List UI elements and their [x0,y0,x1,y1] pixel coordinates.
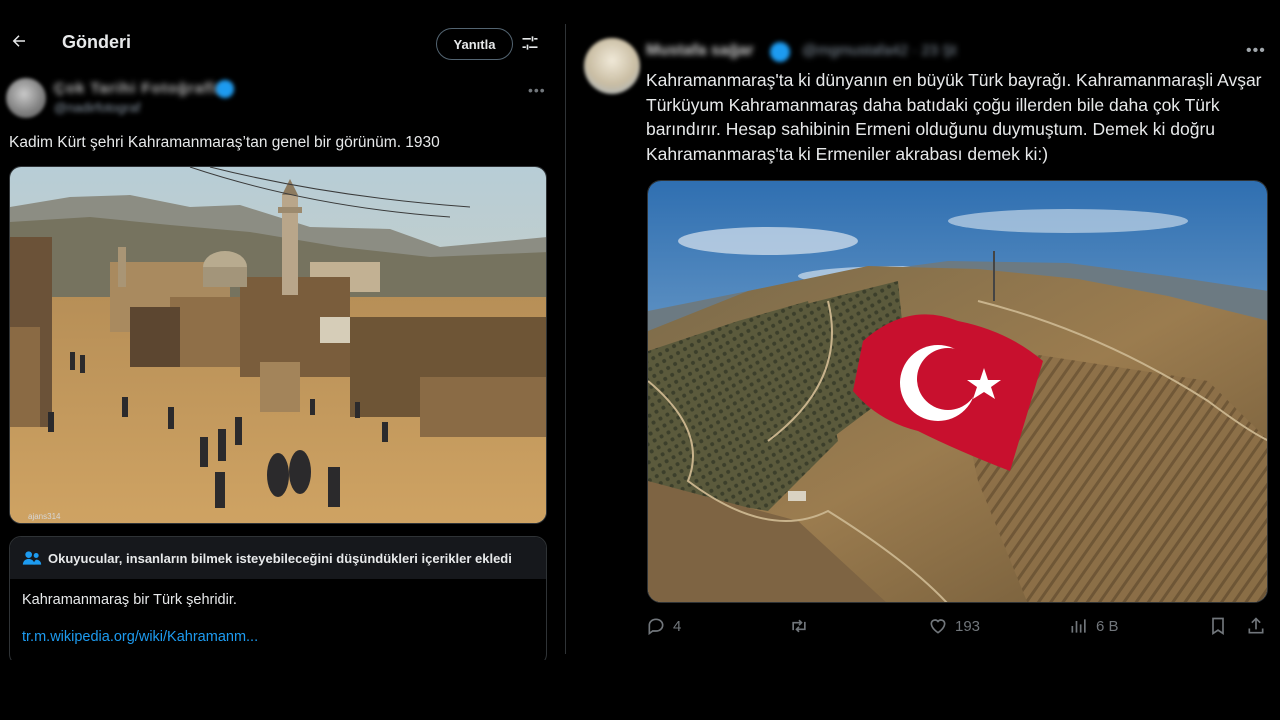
author-handle[interactable]: @nadirfotograf [54,100,140,115]
photo-credit: ajans314 [28,512,61,521]
back-arrow-icon [12,35,25,47]
avatar[interactable] [6,78,46,118]
top-bar: Gönderi Yanıtla [0,20,558,66]
settings-sliders-icon [522,36,538,50]
like-action[interactable]: 193 [928,616,980,636]
community-note-link[interactable]: tr.m.wikipedia.org/wiki/Kahramanm... [22,629,258,645]
page-title: Gönderi [62,32,132,52]
verified-icon [216,80,234,98]
community-note-body: Kahramanmaraş bir Türk şehridir. [22,592,237,608]
community-note: Okuyucular, insanların bilmek isteyebile… [9,536,547,660]
share-button[interactable] [1246,616,1273,636]
people-icon [22,551,42,565]
post-header: Çok Tarihi Fotoğraflar @nadirfotograf ••… [0,76,558,126]
panel-divider [565,24,566,654]
post-text: Kahramanmaraş'ta ki dünyanın en büyük Tü… [646,70,1262,164]
author-name[interactable]: Çok Tarihi Fotoğraflar [54,80,232,97]
avatar[interactable] [584,38,640,94]
action-bar: 4 193 6 B [646,616,1276,646]
reply-icon [648,618,664,636]
verified-icon [770,42,790,62]
settings-button[interactable] [520,33,542,55]
community-note-header: Okuyucular, insanların bilmek isteyebile… [10,537,546,579]
views-count: 6 B [1096,617,1119,635]
reply-count: 4 [673,617,682,635]
right-panel: Mustafa sağar @mgmustafa42 · 23 Şt ••• K… [570,30,1280,660]
reply-button[interactable]: Yanıtla [436,28,513,60]
post-photo[interactable]: ajans314 [9,166,547,524]
author-handle[interactable]: @mgmustafa42 · 23 Şt [802,42,956,59]
share-icon [1248,617,1264,634]
bookmark-icon [1212,617,1224,636]
like-count: 193 [955,617,981,635]
like-icon [930,619,946,634]
views-action[interactable]: 6 B [1069,616,1119,636]
back-button[interactable] [8,30,30,52]
retweet-action[interactable] [788,616,817,636]
views-icon [1071,619,1086,633]
more-icon[interactable]: ••• [528,82,546,98]
community-note-title: Okuyucular, insanların bilmek isteyebile… [48,550,512,566]
bookmark-button[interactable] [1208,616,1235,636]
post-text: Kadim Kürt şehri Kahramanmaraş’tan genel… [9,134,440,151]
more-icon[interactable]: ••• [1246,42,1266,60]
reply-action[interactable]: 4 [646,616,681,636]
retweet-icon [792,619,806,633]
author-name[interactable]: Mustafa sağar [646,42,754,60]
post-photo[interactable] [647,180,1268,603]
left-panel: Gönderi Yanıtla Çok Tarihi Fotoğraflar @… [0,0,558,660]
